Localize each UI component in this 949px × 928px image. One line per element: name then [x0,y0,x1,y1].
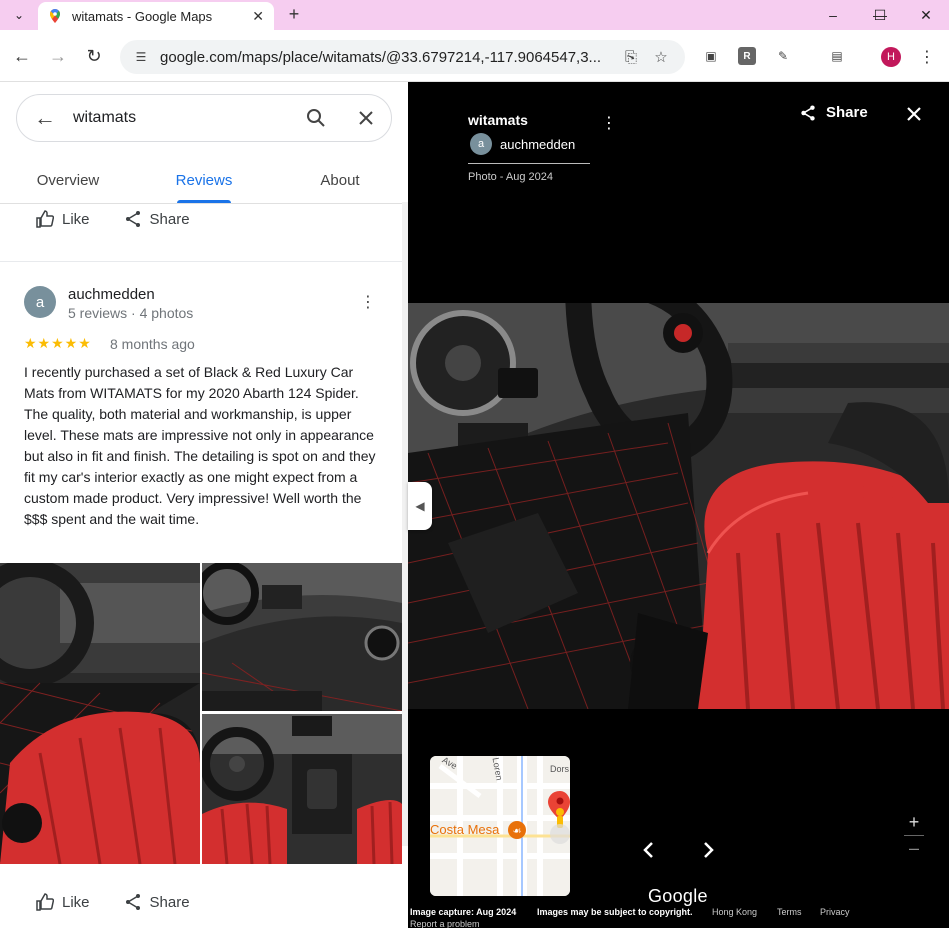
review-photo-2[interactable] [202,563,402,711]
location-minimap[interactable]: ☙ Costa Mesa Ave Loren Dors [430,756,570,896]
close-window-button[interactable]: ✕ [903,0,949,30]
address-bar[interactable]: ☰ google.com/maps/place/witamats/@33.679… [120,40,685,74]
tab-close-icon[interactable]: ✕ [252,8,264,25]
map-street-label-dors: Dors [550,764,570,774]
svg-text:☙: ☙ [513,826,522,837]
bookmark-star-icon[interactable]: ☆ [649,48,673,66]
zoom-divider [904,835,924,836]
author-underline [468,163,590,164]
copyright-notice: Images may be subject to copyright. [537,907,693,917]
url-text[interactable]: google.com/maps/place/witamats/@33.67972… [160,49,613,66]
viewer-more-options-icon[interactable]: ⋮ [601,113,617,133]
next-photo-icon[interactable] [696,838,720,862]
search-icon[interactable] [291,108,341,128]
privacy-link[interactable]: Privacy [820,907,850,917]
review-text: I recently purchased a set of Black & Re… [24,364,376,527]
share-icon [125,894,140,910]
like-label: Like [62,893,90,911]
photo-date: Photo - Aug 2024 [468,171,554,183]
region-link[interactable]: Hong Kong [712,907,757,917]
extensions-puzzle-icon[interactable]: ✎ [774,47,792,65]
review-divider [0,261,408,262]
extension-r-icon[interactable]: R [738,47,756,65]
browser-tab-title: witamats - Google Maps [72,8,213,24]
zoom-out-icon[interactable]: – [902,839,926,857]
review-more-options-icon[interactable]: ⋮ [360,292,376,312]
viewer-place-title: witamats [468,112,528,128]
viewer-share-label: Share [826,104,868,121]
reviewer-meta: 5 reviews · 4 photos [68,305,194,321]
google-logo: Google [648,886,708,906]
place-tabs: Overview Reviews About [0,158,408,204]
search-input[interactable]: witamats [73,109,291,127]
new-tab-plus-icon[interactable]: + [283,3,305,25]
viewer-author[interactable]: a auchmedden [470,133,575,155]
review-time: 8 months ago [110,336,195,352]
zoom-controls: + – [902,812,926,857]
reviewer-name[interactable]: auchmedden [68,286,155,303]
tab-about[interactable]: About [272,158,408,203]
star-rating: ★★★★★ [24,335,92,351]
install-app-icon[interactable]: ⎘ [619,49,643,66]
share-label: Share [149,210,190,228]
review-like-button[interactable]: Like [36,893,90,911]
clear-search-icon[interactable] [341,110,391,126]
place-side-panel: ← witamats Overview Reviews About Like S… [0,82,408,928]
like-label: Like [62,210,90,228]
browser-toolbar: ← → ↻ ☰ google.com/maps/place/witamats/@… [0,30,949,82]
tab-search-chevron-icon[interactable]: ⌄ [8,4,30,26]
reviewer-avatar[interactable]: a [24,286,56,318]
review-share-button[interactable]: Share [124,893,190,911]
maps-search-box[interactable]: ← witamats [16,94,392,142]
like-button[interactable]: Like [36,210,90,228]
profile-avatar[interactable]: H [881,47,901,67]
browser-menu-icon[interactable]: ⋮ [918,47,936,67]
thumbs-up-icon [36,893,54,911]
image-capture-text: Image capture: Aug 2024 [410,907,517,917]
share-button[interactable]: Share [124,210,190,228]
minimize-window-button[interactable]: – [810,0,856,30]
back-arrow-icon[interactable]: ← [10,44,34,68]
previous-review-actions: Like Share [36,210,224,228]
site-settings-icon[interactable]: ☰ [132,48,150,66]
share-icon [125,211,140,227]
reload-icon[interactable]: ↻ [82,44,106,68]
viewer-share-button[interactable]: Share [800,104,868,121]
browser-tab-strip: ⌄ witamats - Google Maps ✕ + — – ☐ ✕ [0,0,949,30]
thumbs-up-icon [36,210,54,228]
terms-link[interactable]: Terms [777,907,802,917]
forward-arrow-icon[interactable]: → [46,44,70,68]
review-photo-grid [0,563,402,864]
share-label: Share [149,893,190,911]
tab-reviews[interactable]: Reviews [136,158,272,203]
review-actions: Like Share [36,893,224,911]
report-problem-link[interactable]: Report a problem [410,919,480,928]
viewer-author-name: auchmedden [500,136,576,152]
viewer-author-avatar: a [470,133,492,155]
review-photo-3[interactable] [202,714,402,864]
google-maps-favicon-icon [50,9,60,23]
previous-photo-icon[interactable] [637,838,661,862]
extension-p-icon[interactable]: ▣ [702,47,720,65]
tab-overview[interactable]: Overview [0,158,136,203]
maximize-window-button[interactable]: ☐ [857,0,903,30]
browser-tab[interactable]: witamats - Google Maps ✕ [38,2,274,30]
close-viewer-icon[interactable] [904,104,924,124]
share-icon [801,104,815,121]
review-photo-1[interactable] [0,563,200,864]
collapse-panel-button[interactable]: ◀ [408,482,432,530]
map-city-label: Costa Mesa [430,822,500,837]
main-photo[interactable] [408,303,949,709]
photo-viewer: witamats a auchmedden Photo - Aug 2024 ⋮… [408,82,949,928]
search-back-icon[interactable]: ← [17,105,73,131]
zoom-in-icon[interactable]: + [902,812,926,832]
reading-list-icon[interactable]: ▤ [828,47,846,65]
